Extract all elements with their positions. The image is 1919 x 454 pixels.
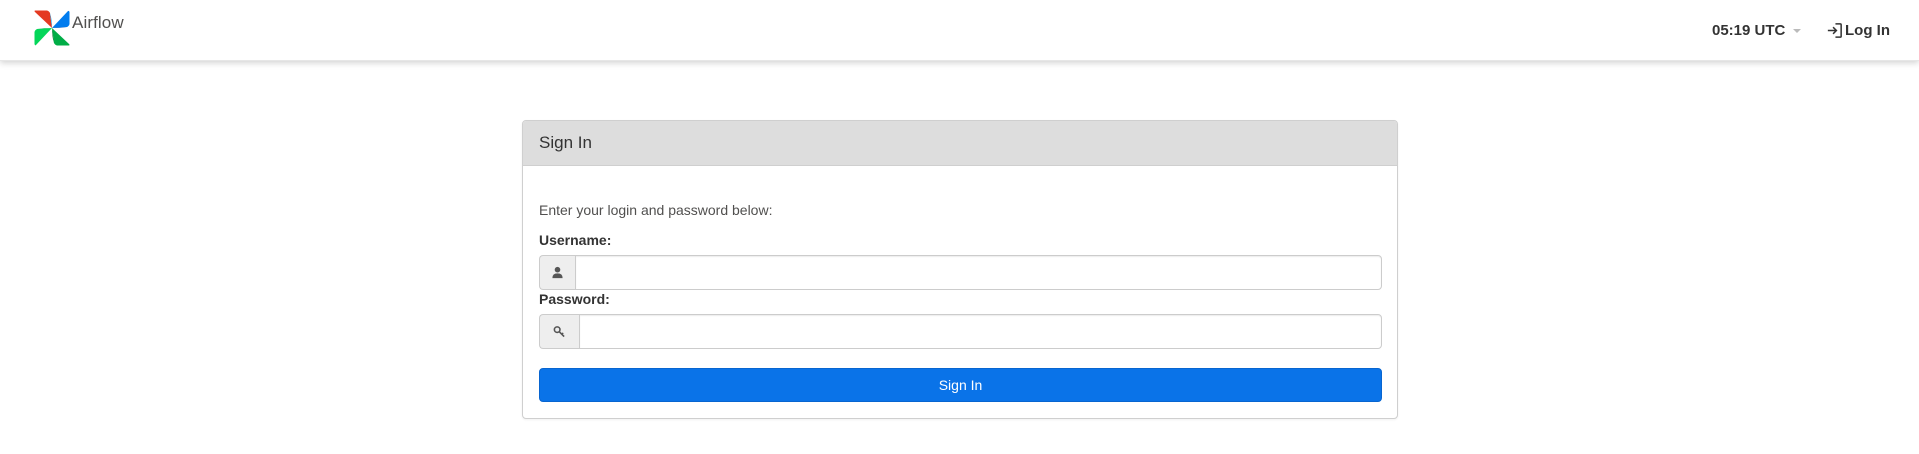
clock-time: 05:19 UTC	[1712, 21, 1786, 39]
navbar: Airflow 05:19 UTC Log In	[0, 0, 1919, 61]
sign-in-icon	[1827, 22, 1842, 38]
username-input[interactable]	[575, 255, 1382, 290]
caret-down-icon	[1793, 29, 1802, 33]
password-input[interactable]	[579, 314, 1382, 349]
key-icon	[553, 326, 565, 338]
sign-in-button[interactable]: Sign In	[539, 368, 1382, 402]
password-input-group	[539, 314, 1382, 349]
password-label: Password:	[539, 291, 610, 307]
username-label: Username:	[539, 232, 612, 248]
airflow-logo-icon	[34, 10, 70, 46]
brand-name: Airflow	[72, 13, 124, 32]
login-link[interactable]: Log In	[1825, 20, 1890, 40]
user-icon	[552, 266, 563, 279]
username-input-group	[539, 255, 1382, 290]
login-instructions: Enter your login and password below:	[539, 202, 773, 218]
login-label: Log In	[1845, 21, 1890, 39]
user-icon-addon	[539, 255, 575, 290]
clock-dropdown[interactable]: 05:19 UTC	[1712, 20, 1802, 40]
brand-home-link[interactable]: Airflow	[33, 9, 124, 47]
key-icon-addon	[539, 314, 579, 349]
sign-in-panel: Sign In Enter your login and password be…	[522, 120, 1398, 419]
panel-title: Sign In	[539, 133, 592, 152]
panel-heading: Sign In	[523, 121, 1397, 166]
